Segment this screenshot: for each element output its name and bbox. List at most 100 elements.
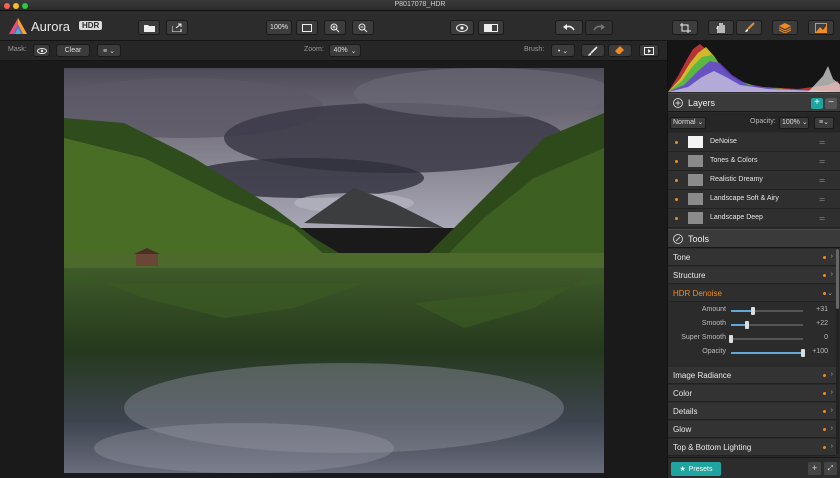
eye-icon [456, 23, 468, 32]
layer-item[interactable]: Realistic Dreamy ⚌ [668, 171, 840, 190]
layer-opacity-value: 100% [782, 119, 800, 126]
tool-section-label: Top & Bottom Lighting [673, 442, 752, 452]
layer-item[interactable]: Tones & Colors ⚌ [668, 152, 840, 171]
folder-icon [143, 24, 155, 32]
scrollbar-thumb[interactable] [836, 249, 839, 309]
histogram [668, 41, 840, 92]
mask-preview-button[interactable] [639, 44, 659, 57]
tool-section-tone[interactable]: Tone › [668, 249, 836, 266]
tool-section-color[interactable]: Color › [668, 385, 836, 402]
layers-header: Layers + − [668, 93, 840, 112]
redo-button[interactable] [585, 20, 613, 35]
tool-section-image-radiance[interactable]: Image Radiance › [668, 367, 836, 384]
chevron-down-icon: ⌄ [827, 290, 833, 297]
layer-name: Tones & Colors [710, 157, 758, 164]
share-button[interactable] [166, 20, 188, 35]
tools-scrollbar[interactable] [836, 249, 839, 454]
slider-handle[interactable] [744, 321, 749, 329]
tool-section-label: Glow [673, 424, 692, 434]
histogram-graph [668, 44, 840, 92]
opacity-slider[interactable]: Opacity +100 [668, 346, 836, 360]
blend-mode-dropdown[interactable]: Normal ⌄ [670, 117, 706, 129]
undo-button[interactable] [555, 20, 583, 35]
slider-handle[interactable] [801, 349, 805, 357]
slider-track[interactable] [731, 307, 803, 315]
chevron-right-icon: › [830, 425, 833, 432]
fit-screen-icon [302, 23, 312, 32]
zoom-value: 40% [333, 47, 348, 54]
layer-visibility-dot[interactable] [675, 217, 678, 220]
paint-brush-button[interactable] [581, 44, 605, 57]
presets-button[interactable]: ★ Presets [671, 462, 721, 476]
main-toolbar: Aurora HDR 100% [0, 11, 840, 41]
smooth-slider[interactable]: Smooth +22 [668, 318, 836, 332]
redo-icon [593, 23, 605, 30]
zoom-out-button[interactable] [352, 20, 374, 35]
zoom-in-button[interactable] [324, 20, 346, 35]
section-active-dot [823, 446, 826, 449]
layers-view-button[interactable] [772, 20, 798, 35]
tool-section-top-bottom-lighting[interactable]: Top & Bottom Lighting › [668, 439, 836, 456]
slider-fill [731, 352, 803, 354]
zoom-100-button[interactable]: 100% [266, 20, 292, 35]
slider-track[interactable] [729, 335, 803, 343]
slider-value: 0 [824, 334, 828, 341]
layer-visibility-dot[interactable] [675, 198, 678, 201]
layer-settings-icon[interactable]: ⚌ [819, 139, 829, 146]
fit-screen-button[interactable] [296, 20, 318, 35]
add-preset-button[interactable]: + [808, 462, 821, 475]
layer-opacity-dropdown[interactable]: 100% ⌄ [779, 117, 809, 129]
amount-slider[interactable]: Amount +31 [668, 304, 836, 318]
mask-visibility-button[interactable] [33, 44, 50, 57]
brush-tool-button[interactable] [736, 20, 762, 35]
layer-menu-button[interactable]: ≡⌄ [814, 117, 834, 129]
hand-tool-button[interactable] [708, 20, 734, 35]
clear-mask-button[interactable]: Clear [56, 44, 90, 57]
layer-settings-icon[interactable]: ⚌ [819, 215, 829, 222]
layer-visibility-dot[interactable] [675, 160, 678, 163]
slider-track[interactable] [731, 321, 803, 329]
section-active-dot [823, 392, 826, 395]
remove-layer-button[interactable]: − [825, 98, 837, 109]
layer-item[interactable]: Landscape Deep ⚌ [668, 209, 840, 228]
layer-item[interactable]: DeNoise ⚌ [668, 133, 840, 152]
tool-section-hdr-denoise[interactable]: HDR Denoise ⌄ [668, 285, 836, 302]
layer-visibility-dot[interactable] [675, 179, 678, 182]
compare-button[interactable] [478, 20, 504, 35]
open-button[interactable] [138, 20, 160, 35]
layer-item[interactable]: Landscape Soft & Airy ⚌ [668, 190, 840, 209]
tool-section-details[interactable]: Details › [668, 403, 836, 420]
histogram-view-button[interactable] [808, 20, 834, 35]
crop-tool-button[interactable] [672, 20, 698, 35]
hdr-photo[interactable] [64, 68, 604, 473]
brush-label: Brush: [524, 46, 545, 53]
layer-settings-icon[interactable]: ⚌ [819, 196, 829, 203]
chevron-down-icon: ⌄ [695, 119, 704, 126]
super-smooth-slider[interactable]: Super Smooth 0 [668, 332, 836, 346]
tool-section-glow[interactable]: Glow › [668, 421, 836, 438]
slider-handle[interactable] [729, 335, 733, 343]
layers-section-icon [673, 97, 683, 108]
brush-size-dropdown[interactable]: • ⌄ [551, 44, 575, 57]
chevron-right-icon: › [830, 389, 833, 396]
layer-name: DeNoise [710, 138, 737, 145]
hand-icon [716, 23, 725, 33]
slider-handle[interactable] [751, 307, 756, 315]
tool-section-label: Color [673, 388, 693, 398]
preview-button[interactable] [450, 20, 474, 35]
eraser-button[interactable] [608, 44, 632, 57]
add-layer-button[interactable]: + [811, 98, 823, 109]
layer-settings-icon[interactable]: ⚌ [819, 158, 829, 165]
layer-visibility-dot[interactable] [675, 141, 678, 144]
brush-icon [744, 22, 755, 32]
slider-track[interactable] [731, 349, 805, 357]
zoom-dropdown[interactable]: 40% ⌄ [329, 44, 361, 57]
mask-options-dropdown[interactable]: ≡ ⌄ [97, 44, 121, 57]
tools-title: Tools [688, 233, 710, 244]
layer-mask-thumbnail [688, 155, 703, 167]
layer-settings-icon[interactable]: ⚌ [819, 177, 829, 184]
expand-panel-button[interactable]: ⤢ [824, 462, 837, 475]
section-active-dot [823, 374, 826, 377]
tool-section-structure[interactable]: Structure › [668, 267, 836, 284]
image-canvas[interactable] [0, 61, 667, 478]
